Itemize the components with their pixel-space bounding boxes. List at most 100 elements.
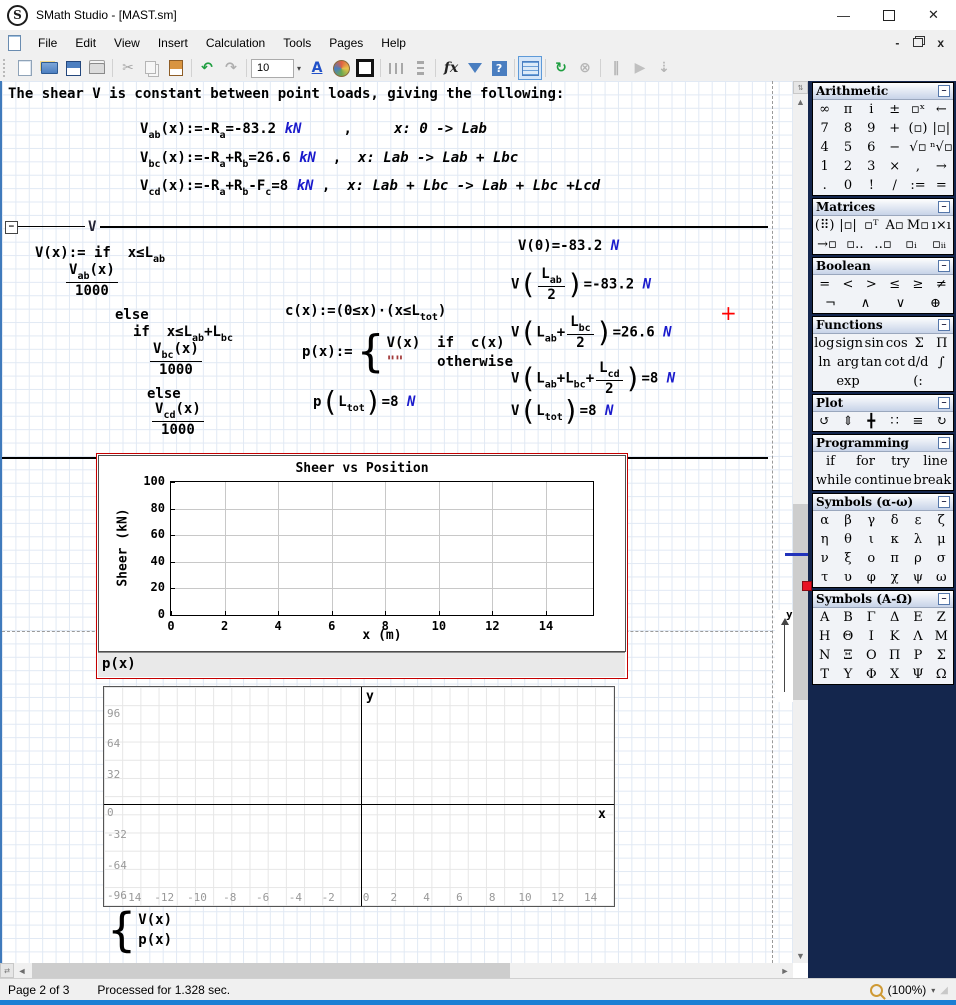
v-lbc2-eval[interactable]: V(Lab+Lbc2)=26.6 N <box>511 314 672 351</box>
close-button[interactable]: ✕ <box>911 0 956 30</box>
palette-button[interactable]: ν <box>813 551 836 566</box>
palette-button[interactable]: μ <box>930 532 953 547</box>
palette-button[interactable]: arg <box>836 355 859 370</box>
palette-button[interactable]: →▫ <box>813 237 841 252</box>
palette-button[interactable]: Γ <box>860 610 883 625</box>
palette-button[interactable]: ι <box>860 532 883 547</box>
palette-button[interactable]: while <box>813 473 854 488</box>
zoom-dropdown-arrow[interactable]: ▾ <box>931 986 935 995</box>
palette-button[interactable]: exp <box>813 374 883 389</box>
menu-tools[interactable]: Tools <box>274 32 320 54</box>
palette-button[interactable]: Ω <box>930 667 953 682</box>
palette-button[interactable]: 8 <box>836 121 859 136</box>
cut-button[interactable]: ✂ <box>116 56 140 80</box>
palette-button[interactable]: ↻ <box>930 414 953 429</box>
palette-button[interactable]: ζ <box>930 513 953 528</box>
palette-button[interactable]: ¬ <box>813 296 848 311</box>
palette-button[interactable]: α <box>813 513 836 528</box>
palette-button[interactable]: κ <box>883 532 906 547</box>
undo-button[interactable]: ↶ <box>195 56 219 80</box>
p-definition[interactable]: p(x):= { V(x) if c(x) "" otherwise <box>302 330 513 374</box>
palette-button[interactable]: break <box>912 473 953 488</box>
pause-button[interactable]: ‖ <box>604 56 628 80</box>
palette-button[interactable]: 1 <box>813 159 836 174</box>
ptot-eval[interactable]: p(Ltot)=8 N <box>313 394 415 414</box>
palette-button[interactable]: Φ <box>860 667 883 682</box>
palette-button[interactable]: η <box>813 532 836 547</box>
save-file-button[interactable] <box>61 56 85 80</box>
scroll-left-button[interactable]: ◄ <box>14 963 30 978</box>
palette-button[interactable]: Υ <box>836 667 859 682</box>
plot-expression-list[interactable]: { V(x) p(x) <box>103 907 172 953</box>
palette-button[interactable]: sin <box>863 336 886 351</box>
intro-text[interactable]: The shear V is constant between point lo… <box>8 86 564 102</box>
run-button[interactable]: ▶ <box>628 56 652 80</box>
palette-button[interactable]: ‥▫ <box>869 237 897 252</box>
palette-button[interactable]: (▫) <box>906 121 929 136</box>
panel-collapse-button[interactable]: − <box>938 85 950 97</box>
palette-button[interactable]: . <box>813 178 836 193</box>
palette-button[interactable]: tan <box>860 355 883 370</box>
zoom-level[interactable]: (100%) <box>888 983 927 997</box>
minimize-button[interactable]: — <box>821 0 866 30</box>
palette-button[interactable]: √▫ <box>906 140 929 155</box>
panel-collapse-button[interactable]: − <box>938 496 950 508</box>
formula-vcd[interactable]: Vcd(x):=-Ra+Rb-Fc=8 kN , x: Lab + Lbc ->… <box>140 178 600 198</box>
scroll-down-button[interactable]: ▼ <box>793 948 808 963</box>
panel-collapse-button[interactable]: − <box>938 260 950 272</box>
palette-button[interactable]: M▫ <box>906 218 929 233</box>
palette-button[interactable]: Ζ <box>930 610 953 625</box>
copy-button[interactable] <box>140 56 164 80</box>
vdef-else2[interactable]: else <box>147 386 181 402</box>
palette-button[interactable]: |▫| <box>930 121 953 136</box>
palette-button[interactable]: := <box>906 178 929 193</box>
palette-button[interactable]: (⠿) <box>813 218 836 233</box>
palette-button[interactable]: ▫ᵢᵢ <box>925 237 953 252</box>
palette-button[interactable]: ≥ <box>906 277 929 292</box>
menu-insert[interactable]: Insert <box>149 32 197 54</box>
palette-button[interactable]: − <box>883 140 906 155</box>
horizontal-splitter[interactable]: ⇄ <box>0 963 14 978</box>
palette-button[interactable]: ⇕ <box>836 414 859 429</box>
scroll-up-button[interactable]: ▲ <box>793 94 808 109</box>
palette-button[interactable]: σ <box>930 551 953 566</box>
palette-button[interactable]: 3 <box>860 159 883 174</box>
palette-button[interactable]: δ <box>883 513 906 528</box>
panel-collapse-button[interactable]: − <box>938 437 950 449</box>
vertical-scroll-thumb[interactable] <box>793 504 808 700</box>
palette-button[interactable]: ln <box>813 355 836 370</box>
menu-calculation[interactable]: Calculation <box>197 32 274 54</box>
palette-button[interactable]: i <box>860 102 883 117</box>
palette-button[interactable]: 5 <box>836 140 859 155</box>
palette-button[interactable]: θ <box>836 532 859 547</box>
paste-button[interactable] <box>164 56 188 80</box>
font-color-button[interactable]: A <box>305 56 329 80</box>
palette-button[interactable]: ↺ <box>813 414 836 429</box>
v-lab2-eval[interactable]: V(Lab2)=-83.2 N <box>511 266 651 303</box>
mdi-restore-icon[interactable] <box>913 38 923 47</box>
palette-button[interactable]: ≠ <box>930 277 953 292</box>
palette-button[interactable]: Α <box>813 610 836 625</box>
palette-button[interactable]: ▫‥ <box>841 237 869 252</box>
palette-button[interactable]: |▫| <box>836 218 859 233</box>
palette-button[interactable]: → <box>930 159 953 174</box>
insert-function-button[interactable]: fx <box>439 56 463 80</box>
palette-button[interactable]: ∞ <box>813 102 836 117</box>
palette-button[interactable]: ∫ <box>930 355 953 370</box>
palette-button[interactable]: Σ <box>930 648 953 663</box>
palette-button[interactable]: try <box>883 454 918 469</box>
palette-button[interactable]: ▫ᵀ <box>860 218 883 233</box>
palette-button[interactable]: for <box>848 454 883 469</box>
palette-button[interactable]: log <box>813 336 836 351</box>
v0-eval[interactable]: V(0)=-83.2 N <box>518 238 619 254</box>
palette-button[interactable]: Χ <box>883 667 906 682</box>
side-panels-toggle-button[interactable] <box>518 56 542 80</box>
palette-button[interactable]: Ι <box>860 629 883 644</box>
decimal-places-button[interactable] <box>408 56 432 80</box>
redo-button[interactable]: ↷ <box>219 56 243 80</box>
panel-collapse-button[interactable]: − <box>938 201 950 213</box>
palette-button[interactable]: 9 <box>860 121 883 136</box>
maximize-button[interactable] <box>866 0 911 30</box>
vdef-frac1[interactable]: Vab(x)1000 <box>64 262 120 299</box>
chart-expression-strip[interactable]: p(x) <box>98 652 625 677</box>
